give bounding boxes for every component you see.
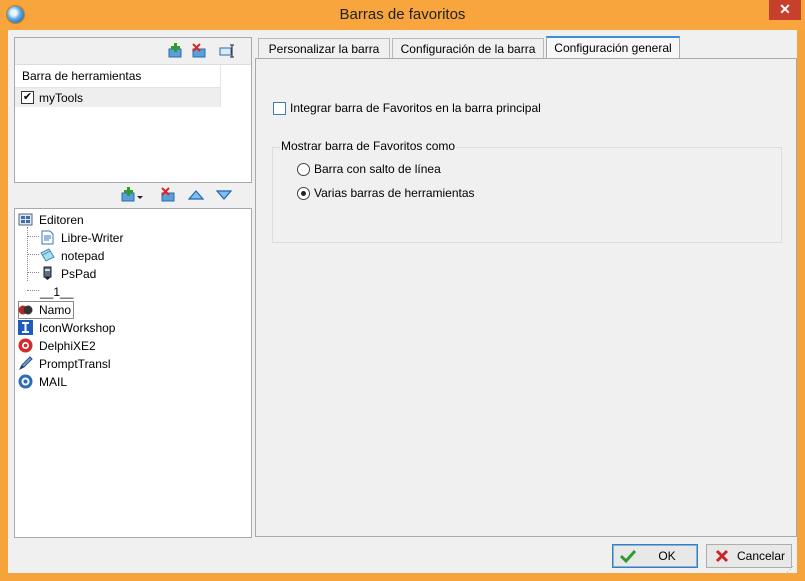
folder-icon	[18, 213, 33, 226]
cancel-label: Cancelar	[736, 549, 786, 563]
add-item-icon[interactable]	[120, 187, 136, 203]
tree-item-label: DelphiXE2	[39, 339, 96, 353]
tab-label: Configuración general	[554, 41, 672, 55]
move-down-icon[interactable]	[216, 187, 232, 203]
tab-personalizar[interactable]: Personalizar la barra	[258, 38, 390, 59]
tree-guide-line	[27, 272, 39, 273]
ok-label: OK	[658, 549, 676, 563]
tree-item-label: PromptTransl	[39, 357, 111, 371]
radio-selected-dot	[301, 191, 306, 196]
tree-guide-line	[27, 236, 39, 237]
ok-button[interactable]: OK	[612, 544, 698, 568]
toolbars-column-header[interactable]: Barra de herramientas	[15, 65, 221, 88]
toolbars-list-panel: Barra de herramientas ✔ myTools	[14, 37, 252, 183]
title-bar[interactable]: Barras de favoritos ✕	[0, 0, 805, 30]
tree-item-label: notepad	[61, 249, 105, 263]
dialog-window: Barras de favoritos ✕ Barra de herramien…	[0, 0, 805, 581]
dialog-body: Barra de herramientas ✔ myTools Editoren…	[8, 30, 797, 574]
integrate-favorites-checkbox[interactable]	[273, 102, 286, 115]
integrate-favorites-label: Integrar barra de Favoritos en la barra …	[290, 101, 541, 115]
delete-bar-icon[interactable]	[191, 43, 207, 59]
tree-item-label: IconWorkshop	[39, 321, 116, 335]
tree-item-label: Namo	[39, 303, 72, 317]
tree-item-label: MAIL	[39, 375, 68, 389]
settings-tabs: Personalizar la barra Configuración de l…	[256, 36, 796, 61]
writer-document-icon	[41, 230, 54, 245]
pen-icon	[18, 356, 33, 371]
tab-configuracion-barra[interactable]: Configuración de la barra	[392, 38, 544, 59]
multiple-toolbars-label[interactable]: Varias barras de herramientas	[314, 186, 475, 200]
checkmark-icon	[620, 549, 636, 564]
mytools-checkbox[interactable]: ✔	[21, 91, 34, 104]
multiple-toolbars-radio[interactable]	[297, 187, 310, 200]
items-tree-panel: Editoren Libre-Writer notepad PsPad __1_…	[14, 208, 252, 538]
general-settings-page: Integrar barra de Favoritos en la barra …	[255, 58, 797, 537]
column-header-label: Barra de herramientas	[22, 69, 142, 83]
tab-label: Configuración de la barra	[400, 42, 536, 56]
line-break-radio[interactable]	[297, 163, 310, 176]
mail-icon	[18, 374, 33, 389]
tree-guide-line	[27, 254, 39, 255]
notepad-icon	[40, 248, 55, 262]
close-button[interactable]: ✕	[769, 0, 801, 20]
cancel-x-icon	[715, 549, 729, 563]
pspad-icon	[43, 266, 52, 280]
separator-label: __1__	[40, 285, 74, 299]
display-mode-group-title: Mostrar barra de Favoritos como	[280, 139, 457, 153]
rename-bar-icon[interactable]	[219, 43, 235, 59]
delphi-icon	[18, 338, 33, 353]
toolbars-list-toolbar	[15, 38, 251, 65]
tree-item-label: Editoren	[39, 213, 84, 227]
toolbar-row-mytools[interactable]: ✔ myTools	[15, 88, 221, 107]
line-break-label[interactable]: Barra con salto de línea	[314, 162, 441, 176]
resize-grip-icon[interactable]: ⋰	[786, 565, 796, 574]
display-mode-group: Mostrar barra de Favoritos como Barra co…	[272, 139, 782, 243]
window-title: Barras de favoritos	[339, 6, 466, 23]
iconworkshop-icon	[18, 320, 33, 335]
add-bar-icon[interactable]	[167, 43, 183, 59]
items-toolbar	[14, 183, 252, 207]
tree-item-namo[interactable]: Namo	[18, 301, 74, 319]
tree-item-label: Libre-Writer	[61, 231, 124, 245]
move-up-icon[interactable]	[188, 187, 204, 203]
cancel-button[interactable]: Cancelar	[706, 544, 792, 568]
tab-label: Personalizar la barra	[268, 42, 380, 56]
namo-icon	[18, 305, 33, 315]
toolbar-row-label: myTools	[39, 91, 84, 105]
tree-item-label: PsPad	[61, 267, 97, 281]
dropdown-arrow-icon[interactable]	[136, 189, 144, 205]
tree-guide-line	[27, 290, 39, 291]
delete-item-icon[interactable]	[160, 187, 176, 203]
